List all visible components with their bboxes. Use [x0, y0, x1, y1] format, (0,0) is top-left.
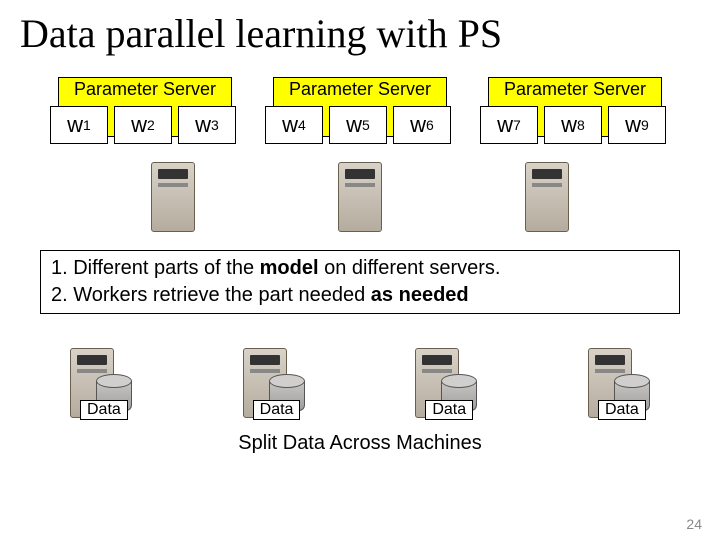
server-icon: [338, 162, 382, 232]
desc-line1c: on different servers.: [319, 257, 501, 279]
weight-w7: w7: [480, 106, 538, 144]
weight-w9: w9: [608, 106, 666, 144]
server-icon: [151, 162, 195, 232]
worker-row: Data Data Data Data: [20, 339, 700, 418]
split-caption: Split Data Across Machines: [20, 432, 700, 455]
description-box: 1. Different parts of the model on diffe…: [40, 250, 680, 314]
worker-node: Data: [415, 339, 477, 418]
worker-node: Data: [70, 339, 132, 418]
data-label: Data: [598, 400, 646, 420]
desc-line2a: 2. Workers retrieve the part needed: [51, 284, 371, 306]
weight-w3: w3: [178, 106, 236, 144]
weight-w5: w5: [329, 106, 387, 144]
data-label: Data: [80, 400, 128, 420]
ps-block-3: Parameter Server w7 w8 w9: [480, 77, 670, 152]
weight-w6: w6: [393, 106, 451, 144]
slide-title: Data parallel learning with PS: [20, 10, 700, 57]
weight-w8: w8: [544, 106, 602, 144]
data-label: Data: [425, 400, 473, 420]
data-label: Data: [253, 400, 301, 420]
worker-node: Data: [243, 339, 305, 418]
desc-line1a: 1. Different parts of the: [51, 257, 260, 279]
ps-server-icons-row: [20, 162, 700, 232]
ps-block-2: Parameter Server w4 w5 w6: [265, 77, 455, 152]
desc-bold-model: model: [260, 257, 319, 279]
desc-bold-asneeded: as needed: [371, 284, 469, 306]
worker-node: Data: [588, 339, 650, 418]
page-number: 24: [686, 516, 702, 532]
weight-w4: w4: [265, 106, 323, 144]
weight-w1: w1: [50, 106, 108, 144]
server-icon: [525, 162, 569, 232]
weight-w2: w2: [114, 106, 172, 144]
ps-block-1: Parameter Server w1 w2 w3: [50, 77, 240, 152]
parameter-server-row: Parameter Server w1 w2 w3 Parameter Serv…: [20, 77, 700, 152]
